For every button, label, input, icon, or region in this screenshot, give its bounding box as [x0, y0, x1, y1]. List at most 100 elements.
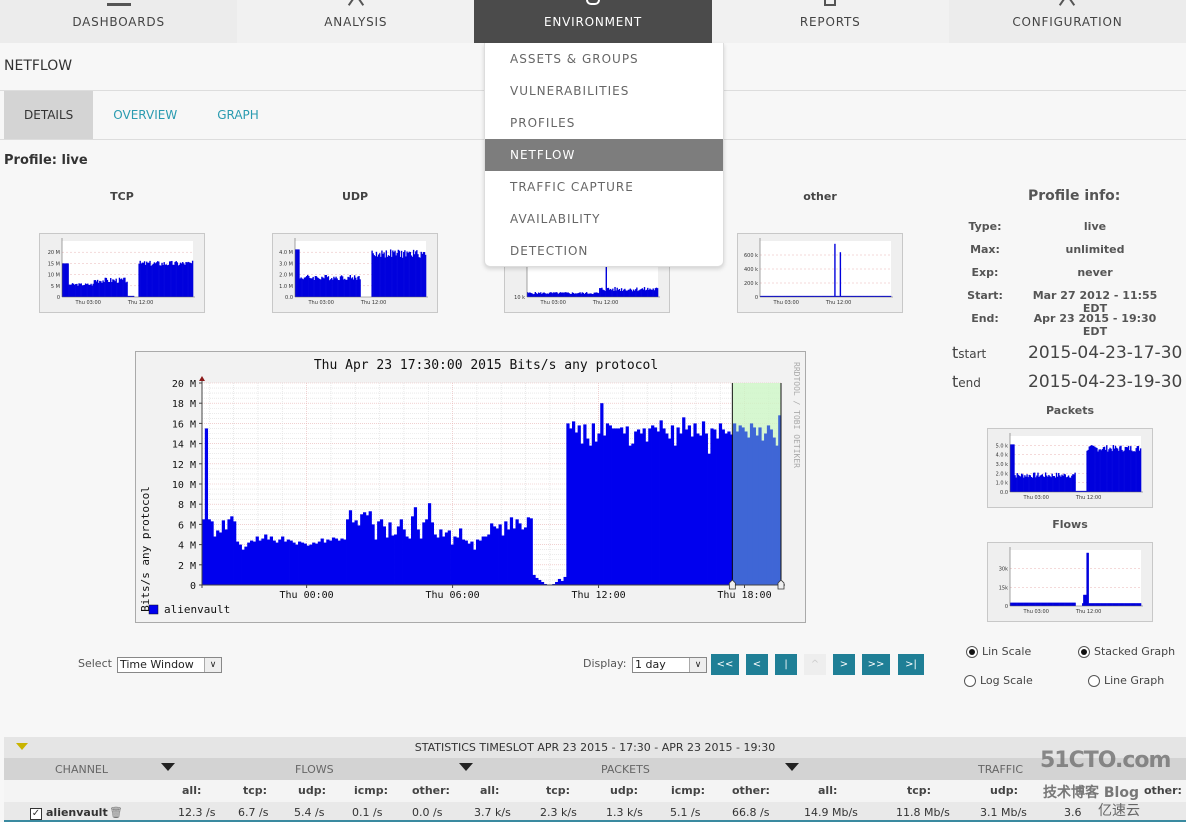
data-bar — [230, 516, 234, 585]
data-bar — [631, 443, 635, 585]
data-bar — [430, 522, 434, 585]
data-bar — [507, 529, 511, 585]
data-bar — [419, 538, 423, 585]
nav-dashboards[interactable]: DASHBOARDS — [0, 0, 238, 43]
packets-toggle-icon[interactable] — [459, 763, 473, 771]
data-bar — [645, 441, 649, 585]
menu-item-netflow[interactable]: NETFLOW — [485, 139, 723, 171]
legend-label: alienvault — [164, 603, 230, 616]
flows-toggle-icon[interactable] — [161, 763, 175, 771]
profile-info-row: End: Apr 23 2015 - 19:30 EDT — [950, 312, 1180, 338]
thumb-bar — [424, 254, 427, 297]
tstart-value: 2015-04-23-17-30 — [1028, 343, 1183, 363]
y-tick-label: 10 M — [172, 480, 196, 491]
data-bar — [636, 429, 641, 585]
trash-icon[interactable]: 🗑 — [109, 806, 123, 819]
configuration-icon — [1055, 0, 1079, 6]
data-bar — [563, 576, 567, 585]
tstart-label: tstart — [952, 343, 987, 362]
next-button[interactable]: > — [833, 654, 855, 675]
menu-item-vulnerabilities[interactable]: VULNERABILITIES — [485, 75, 723, 107]
data-bar — [368, 511, 372, 585]
main-chart[interactable]: Thu Apr 23 17:30:00 2015 Bits/s any prot… — [135, 351, 806, 623]
last-button[interactable]: >| — [898, 654, 924, 675]
data-bar — [752, 427, 756, 585]
data-bar — [772, 437, 776, 585]
thumb-y-tick: 4.0 k — [996, 453, 1009, 459]
forward-button[interactable]: >> — [862, 654, 890, 675]
log-scale-radio[interactable]: Log Scale — [964, 674, 1033, 687]
tab-details[interactable]: DETAILS — [4, 91, 94, 139]
thumb-label-other: other — [803, 190, 837, 203]
data-bar — [464, 540, 468, 585]
col-header: all: — [480, 784, 500, 797]
data-bar — [588, 445, 593, 585]
nav-reports[interactable]: REPORTS — [711, 0, 949, 43]
up-button[interactable]: ^ — [804, 654, 826, 675]
prev-button[interactable]: < — [746, 654, 768, 675]
menu-item-detection[interactable]: DETECTION — [485, 235, 723, 267]
thumb-y-tick: 0 — [57, 295, 60, 301]
stacked-graph-radio[interactable]: Stacked Graph — [1078, 645, 1175, 658]
thumb-graph: 30k 15k 0 Thu 03:00 Thu 12:00 — [999, 547, 1143, 615]
tstart-row: tstart 2015-04-23-17-30 — [952, 343, 1186, 363]
group-flows: FLOWS — [295, 763, 334, 776]
data-bar — [679, 433, 683, 585]
nav-configuration[interactable]: CONFIGURATION — [948, 0, 1186, 43]
col-header: other: — [732, 784, 770, 797]
thumb-y-tick: 10 k — [514, 295, 525, 301]
tab-overview[interactable]: OVERVIEW — [93, 91, 197, 139]
col-header: udp: — [610, 784, 638, 797]
data-bar — [761, 440, 765, 585]
line-graph-radio[interactable]: Line Graph — [1088, 674, 1164, 687]
data-bar — [710, 428, 714, 585]
y-tick-label: 16 M — [172, 419, 196, 430]
thumb-label-udp: UDP — [341, 190, 369, 203]
data-bar — [651, 425, 655, 585]
menu-item-traffic-capture[interactable]: TRAFFIC CAPTURE — [485, 171, 723, 203]
data-bar — [224, 529, 228, 585]
data-bar — [323, 542, 327, 585]
data-bar — [218, 532, 223, 585]
col-header: icmp: — [354, 784, 389, 797]
thumb-graph: 20 M 15 M 10 M 5 M 0 Thu 03:00 Thu 12:00 — [48, 238, 195, 306]
data-bar — [399, 519, 403, 585]
thumb-y-tick: 1.0 M — [279, 284, 293, 290]
data-bar — [289, 540, 293, 585]
nav-environment[interactable]: ENVIRONMENT — [474, 0, 712, 43]
data-bar — [317, 541, 322, 585]
tab-graph[interactable]: GRAPH — [197, 91, 279, 139]
thumbnail-tcp[interactable]: 20 M 15 M 10 M 5 M 0 Thu 03:00 Thu 12:00 — [39, 233, 205, 313]
thumbnail-flows[interactable]: 30k 15k 0 Thu 03:00 Thu 12:00 — [987, 542, 1153, 622]
lin-scale-radio[interactable]: Lin Scale — [966, 645, 1031, 658]
thumbnail-udp[interactable]: 4.0 M 3.0 M 2.0 M 1.0 M 0.0 Thu 03:00 Thu 12:0… — [272, 233, 438, 313]
data-bar — [422, 522, 426, 585]
display-select[interactable]: 1 day ∨ — [632, 657, 707, 673]
cell: 3.1 Mb/s — [980, 806, 1027, 819]
data-bar — [687, 425, 692, 585]
thumbnail-packets[interactable]: 5.0 k 4.0 k 3.0 k 2.0 k 1.0 k 0.0 Thu 03:00 Thu… — [987, 428, 1153, 508]
data-bar — [283, 541, 288, 585]
menu-item-profiles[interactable]: PROFILES — [485, 107, 723, 139]
traffic-toggle-icon[interactable] — [785, 763, 799, 771]
data-bar — [521, 529, 525, 585]
nav-analysis[interactable]: ANALYSIS — [237, 0, 475, 43]
data-bar — [591, 423, 595, 585]
data-bar — [648, 428, 652, 585]
data-bar — [574, 432, 579, 585]
data-bar — [295, 544, 299, 585]
time-window-select[interactable]: Time Window ∨ — [117, 657, 222, 673]
thumbnail-other[interactable]: 600 k 400 k 200 k 0 Thu 03:00 Thu 12:00 — [737, 233, 903, 313]
menu-item-assets-groups[interactable]: ASSETS & GROUPS — [485, 43, 723, 75]
menu-item-availability[interactable]: AVAILABILITY — [485, 203, 723, 235]
thumb-x-tick: Thu 03:00 — [308, 300, 334, 306]
data-bar — [749, 423, 754, 585]
data-bar — [286, 539, 290, 585]
data-bar — [764, 433, 768, 585]
first-button[interactable]: << — [711, 654, 739, 675]
channel-checkbox[interactable]: ✓ — [30, 808, 42, 820]
collapse-toggle-icon[interactable] — [16, 743, 28, 750]
cursor-button[interactable]: | — [775, 654, 797, 675]
data-bar — [439, 529, 443, 585]
x-tick-label: Thu 12:00 — [571, 590, 625, 601]
